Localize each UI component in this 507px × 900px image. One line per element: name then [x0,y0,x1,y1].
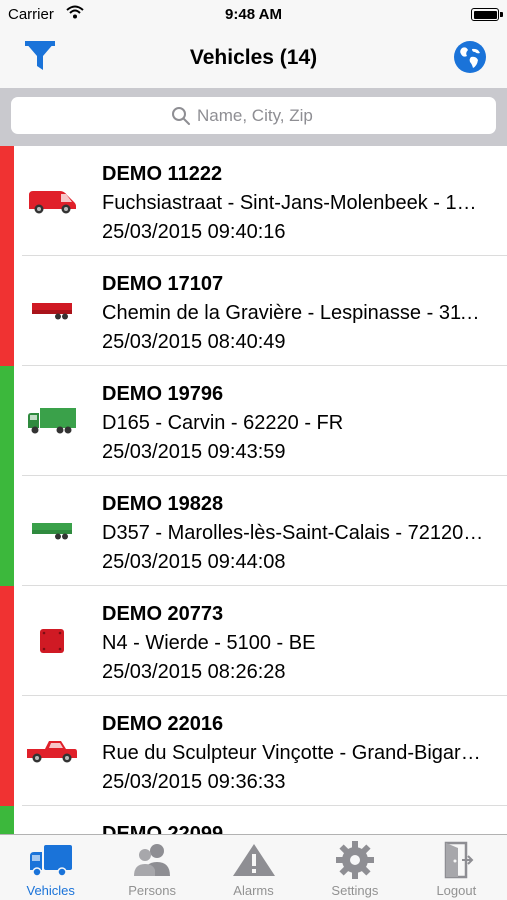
vehicle-row[interactable]: DEMO 17107 Chemin de la Gravière - Lespi… [0,256,507,366]
vehicle-name: DEMO 22099 [102,823,224,834]
tab-vehicles[interactable]: Vehicles [0,835,101,900]
persons-icon [128,840,176,880]
search-icon [171,106,191,126]
vehicle-row[interactable]: DEMO 22016 Rue du Sculpteur Vinçotte - G… [0,696,507,806]
vehicle-name: DEMO 11222 [102,163,223,185]
tab-bar: Vehicles Persons Alarms Settings Logout [0,834,507,900]
status-indicator [0,696,14,806]
status-indicator [0,256,14,366]
vehicle-timestamp: 25/03/2015 09:44:08 [102,551,286,573]
tab-label: Alarms [233,883,274,898]
vehicle-row[interactable]: DEMO 20773 N4 - Wierde - 5100 - BE 25/03… [0,586,507,696]
vehicle-timestamp: 25/03/2015 09:43:59 [102,441,286,463]
vehicle-address: Chemin de la Gravière - Lespinasse - 311… [102,302,487,324]
alarm-icon [230,840,278,880]
tab-alarms[interactable]: Alarms [203,835,304,900]
vehicle-timestamp: 25/03/2015 09:40:16 [102,221,286,243]
trailer-icon [24,291,80,331]
vehicle-name: DEMO 22016 [102,713,224,735]
vehicle-address: Rue du Sculpteur Vinçotte - Grand-Bigard… [102,742,487,764]
status-indicator [0,146,14,256]
tab-label: Vehicles [26,883,75,898]
vehicle-address: D165 - Carvin - 62220 - FR [102,412,344,434]
vehicle-address: Fuchsiastraat - Sint-Jans-Molenbeek - 10… [102,192,487,214]
van-icon [24,181,80,221]
tab-logout[interactable]: Logout [406,835,507,900]
pickup-icon [24,731,80,771]
vehicle-list: DEMO 11222 Fuchsiastraat - Sint-Jans-Mol… [0,146,507,834]
vehicle-address: N4 - Wierde - 5100 - BE [102,632,316,654]
vehicle-address: D357 - Marolles-lès-Saint-Calais - 72120… [102,522,487,544]
vehicle-name: DEMO 19828 [102,493,224,515]
vehicle-timestamp: 25/03/2015 08:40:49 [102,331,286,353]
page-title: Vehicles (14) [189,46,318,69]
vehicle-name: DEMO 19796 [102,383,224,405]
gear-icon [331,840,379,880]
vehicle-name: DEMO 20773 [102,603,224,625]
vehicle-row[interactable]: DEMO 11222 Fuchsiastraat - Sint-Jans-Mol… [0,146,507,256]
vehicle-name: DEMO 17107 [102,273,224,295]
vehicle-timestamp: 25/03/2015 09:36:33 [102,771,286,793]
status-indicator [0,586,14,696]
vehicle-row[interactable]: DEMO 19796 D165 - Carvin - 62220 - FR 25… [0,366,507,476]
status-indicator [0,476,14,586]
tab-label: Settings [331,883,379,898]
navigation-bar: Vehicles (14) [0,30,507,88]
tab-settings[interactable]: Settings [304,835,405,900]
search-box[interactable] [11,97,496,134]
truck-icon [27,840,75,880]
search-input[interactable] [197,103,477,128]
logout-icon [432,840,480,880]
search-bar [0,88,507,146]
tab-persons[interactable]: Persons [101,835,202,900]
trailer-icon [24,511,80,551]
vehicle-row[interactable]: DEMO 22099 [0,806,507,834]
vehicle-timestamp: 25/03/2015 08:26:28 [102,661,286,683]
tab-label: Persons [128,883,176,898]
box-icon [24,621,80,661]
status-indicator [0,366,14,476]
vehicle-row[interactable]: DEMO 19828 D357 - Marolles-lès-Saint-Cal… [0,476,507,586]
status-bar: Carrier 9:48 AM [0,0,507,30]
battery-icon [471,8,503,21]
tab-label: Logout [436,883,477,898]
status-indicator [0,806,14,834]
truck-icon [24,401,80,441]
globe-icon[interactable] [453,40,487,74]
status-time: 9:48 AM [225,6,282,23]
